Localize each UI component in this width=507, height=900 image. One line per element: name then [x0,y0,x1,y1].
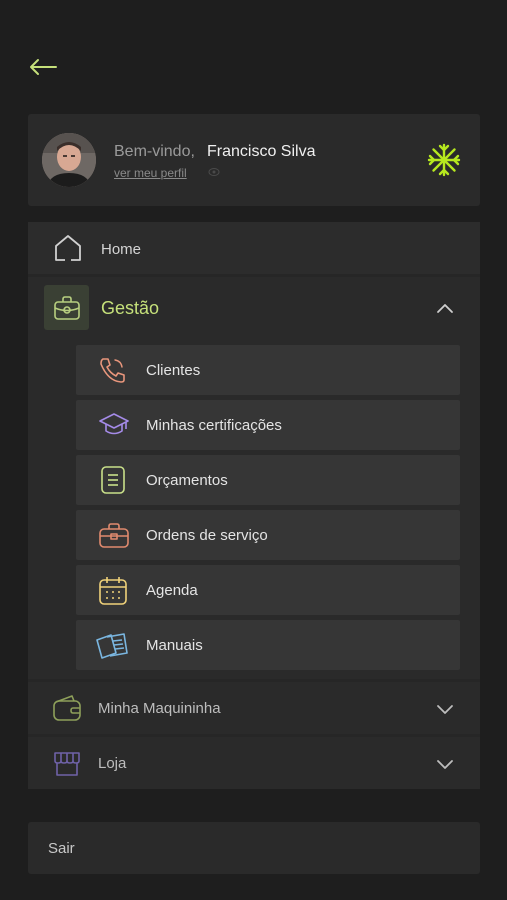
navigation-menu: Home Gestão Clientes Minhas certificaçõe… [28,222,480,789]
arrow-left-icon [30,59,57,75]
chevron-up-icon [437,304,453,313]
back-button[interactable] [26,52,60,82]
welcome-text: Bem-vindo, [114,143,195,160]
submenu-item-orcamentos[interactable]: Orçamentos [76,455,460,505]
menu-item-loja[interactable]: Loja [28,737,480,789]
menu-item-maquininha-label: Minha Maquininha [98,700,221,717]
logout-button[interactable]: Sair [28,822,480,874]
menu-item-loja-label: Loja [98,755,127,772]
view-profile-link[interactable]: ver meu perfil [114,166,187,180]
manuals-icon [96,633,128,659]
submenu-item-manuais[interactable]: Manuais [76,620,460,670]
submenu-item-certificacoes[interactable]: Minhas certificações [76,400,460,450]
gestao-icon-box [44,285,89,330]
submenu-item-clientes[interactable]: Clientes [76,345,460,395]
logout-label: Sair [48,840,75,857]
submenu-item-manuais-label: Manuais [146,637,203,654]
menu-item-maquininha[interactable]: Minha Maquininha [28,682,480,734]
gestao-toggle[interactable]: Gestão [28,277,480,339]
avatar[interactable] [42,133,96,187]
calendar-icon [99,577,127,605]
menu-item-home[interactable]: Home [28,222,480,274]
submenu-item-orcamentos-label: Orçamentos [146,472,228,489]
menu-section-gestao: Gestão Clientes Minhas certificações Orç… [28,277,480,679]
briefcase-icon [53,295,80,320]
submenu-item-agenda-label: Agenda [146,582,198,599]
menu-item-home-label: Home [101,241,142,258]
chevron-down-icon [437,760,453,769]
brand-logo-icon [427,143,461,177]
toolbox-icon [99,523,129,548]
eye-icon[interactable] [208,167,220,177]
document-icon [101,466,125,494]
chevron-down-icon [437,705,453,714]
submenu-item-ordens-servico[interactable]: Ordens de serviço [76,510,460,560]
home-icon [55,235,81,261]
submenu-item-agenda[interactable]: Agenda [76,565,460,615]
submenu-item-clientes-label: Clientes [146,362,201,379]
gestao-label: Gestão [101,298,160,318]
submenu-item-certificacoes-label: Minhas certificações [146,417,282,434]
profile-card: Bem-vindo, Francisco Silva ver meu perfi… [28,114,480,206]
user-name: Francisco Silva [207,143,316,160]
submenu-item-ordens-servico-label: Ordens de serviço [146,527,268,544]
store-icon [54,752,80,776]
graduation-cap-icon [99,413,129,435]
phone-icon [100,358,125,383]
wallet-icon [53,695,81,721]
